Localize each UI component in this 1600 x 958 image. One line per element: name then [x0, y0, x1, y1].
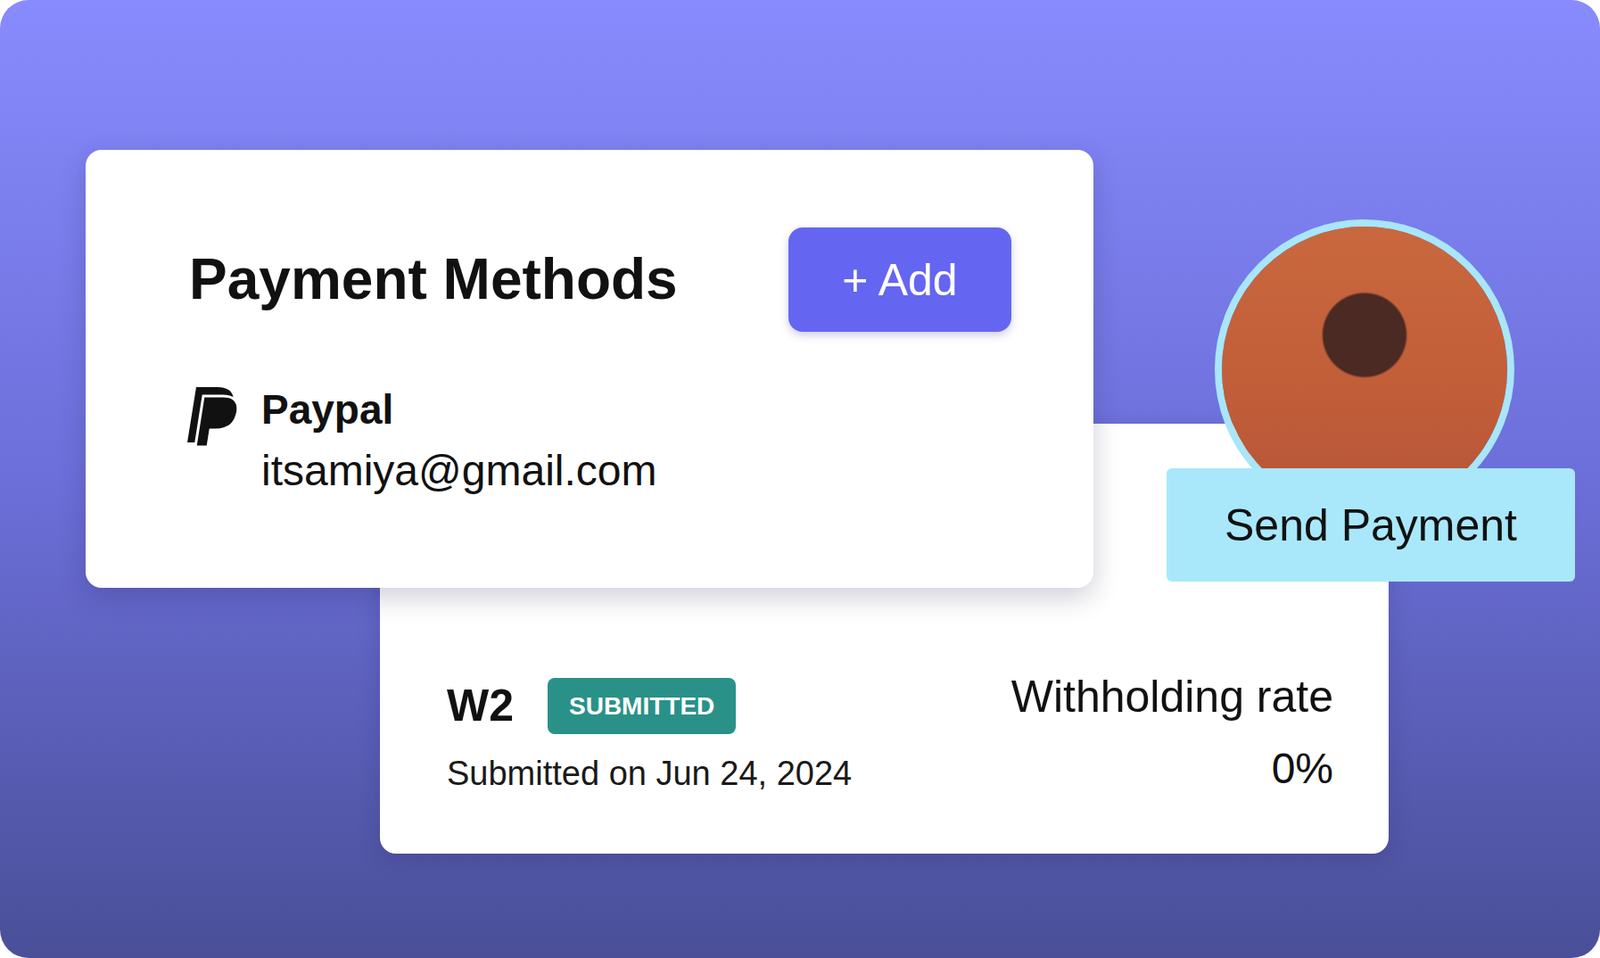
- payment-methods-card: Payment Methods + Add Paypal itsamiya@gmail…: [85, 149, 1094, 588]
- hero-banner: W2 SUBMITTED Submitted on Jun 24, 2024 With…: [0, 0, 1600, 958]
- card-title: Payment Methods: [189, 247, 678, 311]
- method-name: Paypal: [261, 385, 657, 435]
- submitted-date: Submitted on Jun 24, 2024: [446, 753, 852, 795]
- status-badge: SUBMITTED: [547, 677, 736, 735]
- withholding-info: Withholding rate 0%: [1011, 669, 1334, 795]
- payment-method-text: Paypal itsamiya@gmail.com: [261, 385, 657, 497]
- tax-form-info: W2 SUBMITTED Submitted on Jun 24, 2024: [446, 677, 852, 795]
- payment-method-row[interactable]: Paypal itsamiya@gmail.com: [183, 383, 1012, 497]
- tax-form-row: W2 SUBMITTED: [446, 677, 852, 735]
- withholding-value: 0%: [1271, 742, 1334, 795]
- card-header: Payment Methods + Add: [183, 227, 1012, 332]
- withholding-label: Withholding rate: [1011, 669, 1334, 724]
- paypal-logo-icon: [183, 383, 240, 449]
- form-name: W2: [446, 681, 514, 731]
- add-button[interactable]: + Add: [788, 227, 1012, 332]
- method-account: itsamiya@gmail.com: [261, 445, 657, 497]
- send-payment-button[interactable]: Send Payment: [1166, 468, 1576, 582]
